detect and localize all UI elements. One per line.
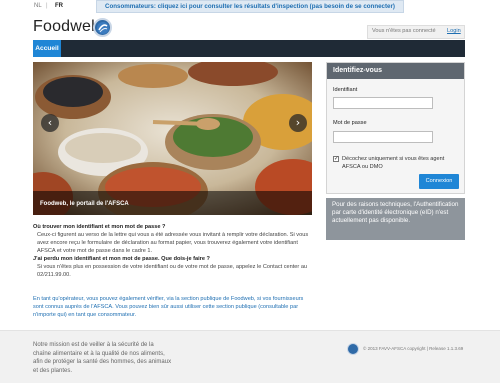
identifier-label: Identifiant xyxy=(333,87,358,93)
faq-block: Où trouver mon identifiant et mon mot de… xyxy=(33,223,315,279)
header: Foodweb Vous n'êtes pas connecté Login xyxy=(0,16,500,43)
not-connected-text: Vous n'êtes pas connecté xyxy=(372,28,436,34)
identifier-input[interactable] xyxy=(333,97,433,109)
main-nav: Accueil xyxy=(33,40,465,57)
login-panel: Identifiez-vous Identifiant Mot de passe… xyxy=(326,62,465,194)
carousel-caption-bar: Foodweb, le portail de l'AFSCA xyxy=(33,191,312,215)
language-separator: | xyxy=(46,3,48,9)
language-nl[interactable]: NL xyxy=(34,3,42,9)
nav-tab-accueil[interactable]: Accueil xyxy=(33,40,61,57)
connection-status-box: Vous n'êtes pas connecté Login xyxy=(367,25,465,39)
footer-logo-icon xyxy=(347,343,359,355)
top-bar: NL | FR Consommateurs: cliquez ici pour … xyxy=(0,0,500,16)
consumer-banner-link[interactable]: Consommateurs: cliquez ici pour consulte… xyxy=(96,0,404,13)
footer-copyright: © 2013 FAVV-AFSCA copyright | Release 1.… xyxy=(363,346,464,351)
footer-mission: Notre mission est de veiller à la sécuri… xyxy=(33,342,172,374)
carousel-next-button[interactable]: › xyxy=(289,114,307,132)
brand-name[interactable]: Foodweb xyxy=(33,18,100,36)
carousel-caption: Foodweb, le portail de l'AFSCA xyxy=(40,201,129,207)
faq-answer-1: Ceux-ci figurent au verso de la lettre q… xyxy=(37,232,309,254)
faq-answer-2: Si vous n'êtes plus en possession de vot… xyxy=(37,264,308,278)
agent-checkbox-label: Décochez uniquement si vous êtes agent A… xyxy=(342,156,445,170)
carousel-prev-button[interactable]: ‹ xyxy=(41,114,59,132)
faq-question-1: Où trouver mon identifiant et mon mot de… xyxy=(33,224,166,230)
operator-info-link[interactable]: En tant qu'opérateur, vous pouvez égalem… xyxy=(33,295,315,319)
connect-button[interactable]: Connexion xyxy=(419,174,459,189)
afsca-logo-icon xyxy=(93,18,112,37)
eid-info-box: Pour des raisons techniques, l'Authentif… xyxy=(326,198,465,240)
hero-carousel: ‹ › Foodweb, le portail de l'AFSCA xyxy=(33,62,312,215)
agent-checkbox[interactable]: ✓ xyxy=(333,156,339,162)
login-panel-title: Identifiez-vous xyxy=(327,63,464,79)
login-link[interactable]: Login xyxy=(447,28,461,34)
footer: Notre mission est de veiller à la sécuri… xyxy=(0,330,500,383)
language-fr[interactable]: FR xyxy=(55,3,63,9)
faq-question-2: J'ai perdu mon identifiant et mon mot de… xyxy=(33,256,210,262)
password-input[interactable] xyxy=(333,131,433,143)
password-label: Mot de passe xyxy=(333,120,367,126)
